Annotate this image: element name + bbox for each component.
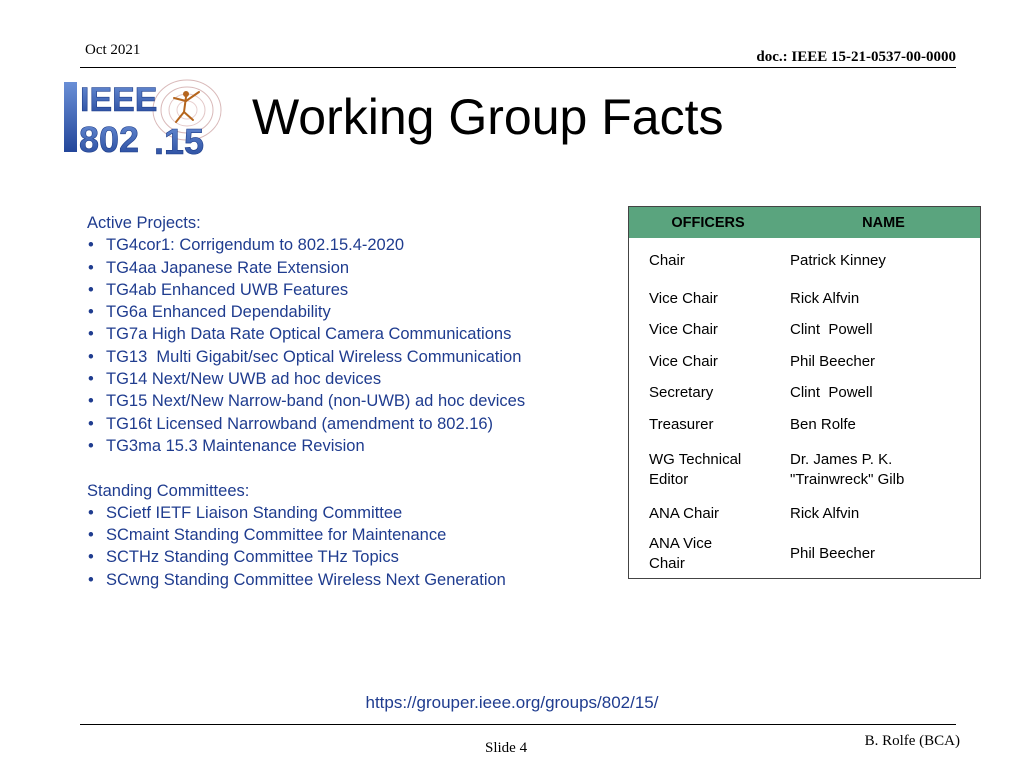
bullet-icon: • — [88, 503, 94, 522]
logo-ieee-text: IEEE — [80, 81, 157, 119]
committee-item: • SCTHz Standing Committee THz Topics — [87, 546, 607, 568]
group-url-link[interactable]: https://grouper.ieee.org/groups/802/15/ — [0, 693, 1024, 713]
committee-item: • SCmaint Standing Committee for Maintena… — [87, 524, 607, 546]
bullet-icon: • — [88, 414, 94, 433]
header-doc-id: doc.: IEEE 15-21-0537-00-0000 — [756, 49, 956, 65]
bullet-icon: • — [88, 236, 94, 255]
officers-table-header: OFFICERS NAME — [629, 207, 980, 238]
project-item: • TG6a Enhanced Dependability — [87, 301, 607, 323]
bullet-icon: • — [88, 436, 94, 455]
page-title: Working Group Facts — [252, 89, 724, 145]
officer-name: Ben Rolfe — [790, 416, 856, 433]
ieee-802-15-logo: IEEE 802 .15 — [64, 79, 222, 160]
column-header-officers: OFFICERS — [671, 214, 745, 231]
project-item: • TG4aa Japanese Rate Extension — [87, 257, 607, 279]
column-header-name: NAME — [862, 214, 905, 231]
officers-table: OFFICERS NAME Chair Patrick Kinney Vice … — [628, 206, 981, 579]
slide-number: Slide 4 — [485, 740, 528, 756]
officer-role: Vice Chair — [649, 321, 718, 338]
project-item: • TG3ma 15.3 Maintenance Revision — [87, 435, 607, 457]
active-projects-heading: Active Projects: — [87, 214, 201, 232]
footer-rule — [80, 724, 956, 725]
officer-name: Dr. James P. K. "Trainwreck" Gilb — [790, 451, 905, 488]
project-item: • TG14 Next/New UWB ad hoc devices — [87, 368, 607, 390]
project-item: • TG15 Next/New Narrow-band (non-UWB) ad … — [87, 390, 607, 412]
officer-role: WG Technical Editor — [649, 451, 742, 488]
logo-15-text: .15 — [154, 121, 204, 160]
footer-author: B. Rolfe (BCA) — [864, 733, 960, 749]
bullet-icon: • — [88, 570, 94, 589]
committee-item: • SCietf IETF Liaison Standing Committee — [87, 502, 607, 524]
bullet-icon: • — [88, 370, 94, 389]
bullet-icon: • — [88, 548, 94, 567]
header-date: Oct 2021 — [85, 42, 141, 58]
bullet-icon: • — [88, 392, 94, 411]
officer-name: Rick Alfvin — [790, 290, 860, 307]
project-item: • TG16t Licensed Narrowband (amendment to… — [87, 413, 607, 435]
officer-name: Phil Beecher — [790, 545, 876, 562]
bullet-icon: • — [88, 325, 94, 344]
bullet-icon: • — [88, 347, 94, 366]
officer-name: Clint Powell — [790, 321, 873, 338]
bullet-icon: • — [88, 303, 94, 322]
committee-item: • SCwng Standing Committee Wireless Next … — [87, 569, 607, 591]
officer-role: Chair — [649, 252, 685, 269]
officer-name: Phil Beecher — [790, 353, 876, 370]
officer-role: Secretary — [649, 384, 714, 401]
bullet-icon: • — [88, 526, 94, 545]
officer-name: Patrick Kinney — [790, 252, 886, 269]
bullet-icon: • — [88, 280, 94, 299]
header-rule — [80, 67, 956, 68]
projects-committees-list: Active Projects: • TG4cor1: Corrigendum t… — [87, 212, 607, 591]
project-item: • TG13 Multi Gigabit/sec Optical Wireless… — [87, 346, 607, 368]
officer-role: Vice Chair — [649, 290, 718, 307]
officer-name: Clint Powell — [790, 384, 873, 401]
project-item: • TG4cor1: Corrigendum to 802.15.4-2020 — [87, 234, 607, 256]
logo-802-text: 802 — [79, 119, 139, 160]
officer-role: Vice Chair — [649, 353, 718, 370]
officer-name: Rick Alfvin — [790, 505, 860, 522]
standing-committees-heading: Standing Committees: — [87, 481, 250, 500]
officer-role: ANA Chair — [649, 505, 720, 522]
project-item: • TG4ab Enhanced UWB Features — [87, 279, 607, 301]
officer-role: Treasurer — [649, 416, 714, 433]
project-item: • TG7a High Data Rate Optical Camera Comm… — [87, 323, 607, 345]
officer-role: ANA Vice Chair — [649, 535, 713, 572]
bullet-icon: • — [88, 258, 94, 277]
